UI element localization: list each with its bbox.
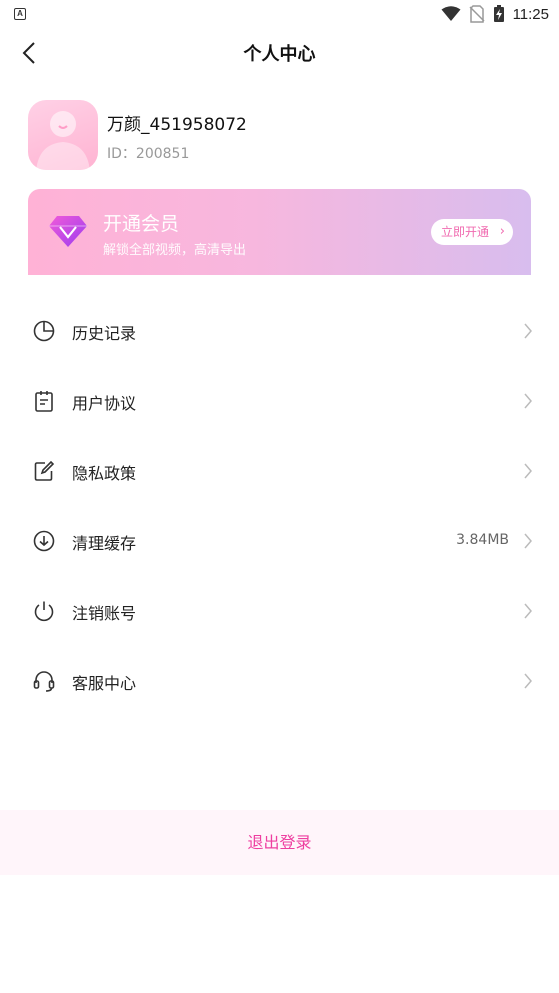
- chevron-right-icon: [524, 673, 532, 689]
- chevron-right-icon: ›: [499, 224, 505, 239]
- open-vip-button-label: 立即开通: [440, 225, 489, 239]
- menu-item-history[interactable]: 历史记录: [0, 296, 559, 366]
- agreement-document-icon: [35, 391, 53, 412]
- chevron-right-icon: [524, 463, 532, 479]
- menu-item-label: 注销账号: [72, 604, 137, 623]
- menu-item-delete-account[interactable]: 注销账号: [0, 576, 559, 646]
- download-circle-icon: [33, 530, 55, 552]
- menu-item-clear-cache[interactable]: 清理缓存 3.84MB: [0, 506, 559, 576]
- default-avatar-icon: [36, 111, 90, 170]
- edit-note-icon: [34, 460, 55, 481]
- menu-item-privacy-policy[interactable]: 隐私政策: [0, 436, 559, 506]
- menu-item-label: 历史记录: [72, 324, 137, 343]
- status-time: 11:25: [512, 5, 549, 23]
- vip-banner[interactable]: 开通会员 解锁全部视频，高清导出 立即开通 ›: [28, 189, 531, 275]
- history-pie-icon: [33, 320, 55, 342]
- header: 个人中心: [0, 30, 559, 76]
- page-title: 个人中心: [243, 44, 316, 65]
- wifi-icon: [441, 6, 461, 21]
- app-notification-icon: A: [14, 8, 26, 20]
- battery-charging-icon: [493, 5, 504, 22]
- menu-item-label: 隐私政策: [72, 464, 137, 483]
- headset-icon: [33, 671, 55, 692]
- user-id: ID：200851: [107, 146, 190, 162]
- username: 万颜_451958072: [107, 115, 247, 135]
- cache-size-value: 3.84MB: [456, 532, 509, 548]
- menu-item-user-agreement[interactable]: 用户协议: [0, 366, 559, 436]
- chevron-right-icon: [524, 323, 532, 339]
- avatar[interactable]: [28, 100, 98, 170]
- status-bar: A 11:25: [0, 0, 559, 28]
- profile-section: 万颜_451958072 ID：200851: [28, 100, 528, 170]
- chevron-right-icon: [524, 393, 532, 409]
- menu-item-customer-service[interactable]: 客服中心: [0, 646, 559, 716]
- diamond-icon: [49, 216, 87, 247]
- status-icons: 11:25: [441, 4, 549, 24]
- menu-list: 历史记录 用户协议 隐私政策 清理缓存 3.84MB 注销账号 客服中心: [0, 296, 559, 716]
- open-vip-button[interactable]: 立即开通 ›: [430, 219, 513, 245]
- no-sim-icon: [469, 5, 485, 23]
- menu-item-label: 用户协议: [72, 394, 137, 413]
- power-icon: [34, 601, 54, 622]
- chevron-right-icon: [524, 533, 532, 549]
- chevron-right-icon: [524, 603, 532, 619]
- menu-item-label: 清理缓存: [72, 534, 137, 553]
- vip-title: 开通会员: [103, 213, 180, 235]
- vip-subtitle: 解锁全部视频，高清导出: [103, 243, 247, 258]
- logout-button[interactable]: 退出登录: [0, 810, 559, 875]
- menu-item-label: 客服中心: [72, 674, 137, 693]
